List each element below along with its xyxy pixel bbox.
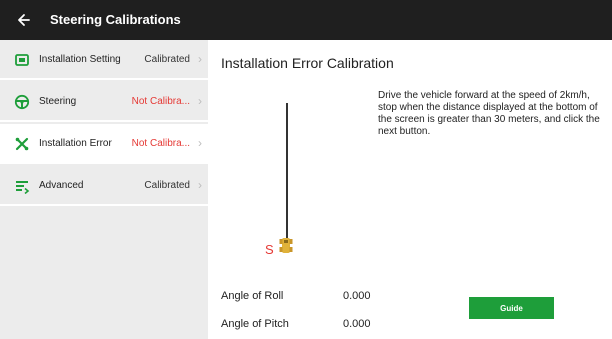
start-marker-label: S bbox=[265, 242, 274, 257]
steering-wheel-icon bbox=[13, 93, 31, 111]
sidebar-item-label: Steering bbox=[39, 95, 77, 107]
sidebar-item-advanced[interactable]: Advanced Calibrated › bbox=[0, 166, 208, 206]
instructions-text: Drive the vehicle forward at the speed o… bbox=[378, 90, 600, 137]
sidebar-item-installation-setting[interactable]: Installation Setting Calibrated › bbox=[0, 40, 208, 80]
status-text: Not Calibra... bbox=[131, 137, 190, 149]
sidebar-item-label: Advanced bbox=[39, 179, 84, 191]
installation-setting-icon bbox=[13, 51, 31, 69]
sidebar: Installation Setting Calibrated › Steeri… bbox=[0, 40, 208, 339]
sidebar-item-label: Installation Error bbox=[39, 137, 112, 149]
trajectory-line bbox=[286, 103, 288, 241]
status-text: Not Calibra... bbox=[131, 95, 190, 107]
top-bar: Steering Calibrations bbox=[0, 0, 612, 40]
roll-label: Angle of Roll bbox=[221, 290, 284, 302]
chevron-right-icon: › bbox=[198, 136, 202, 150]
section-title: Installation Error Calibration bbox=[221, 55, 394, 71]
sidebar-item-installation-error[interactable]: Installation Error Not Calibra... › bbox=[0, 124, 208, 164]
arrow-left-icon bbox=[18, 14, 30, 26]
pitch-label: Angle of Pitch bbox=[221, 318, 289, 330]
status-text: Calibrated bbox=[144, 53, 190, 65]
vehicle-icon bbox=[279, 234, 293, 256]
page-title: Steering Calibrations bbox=[50, 12, 181, 27]
advanced-icon bbox=[13, 177, 31, 195]
pitch-value: 0.000 bbox=[343, 318, 371, 330]
installation-error-icon bbox=[13, 135, 31, 153]
back-button[interactable] bbox=[14, 10, 34, 30]
chevron-right-icon: › bbox=[198, 178, 202, 192]
sidebar-item-steering[interactable]: Steering Not Calibra... › bbox=[0, 82, 208, 122]
sidebar-item-label: Installation Setting bbox=[39, 53, 121, 65]
roll-value: 0.000 bbox=[343, 290, 371, 302]
guide-button[interactable]: Guide bbox=[469, 297, 554, 319]
status-text: Calibrated bbox=[144, 179, 190, 191]
chevron-right-icon: › bbox=[198, 94, 202, 108]
chevron-right-icon: › bbox=[198, 52, 202, 66]
